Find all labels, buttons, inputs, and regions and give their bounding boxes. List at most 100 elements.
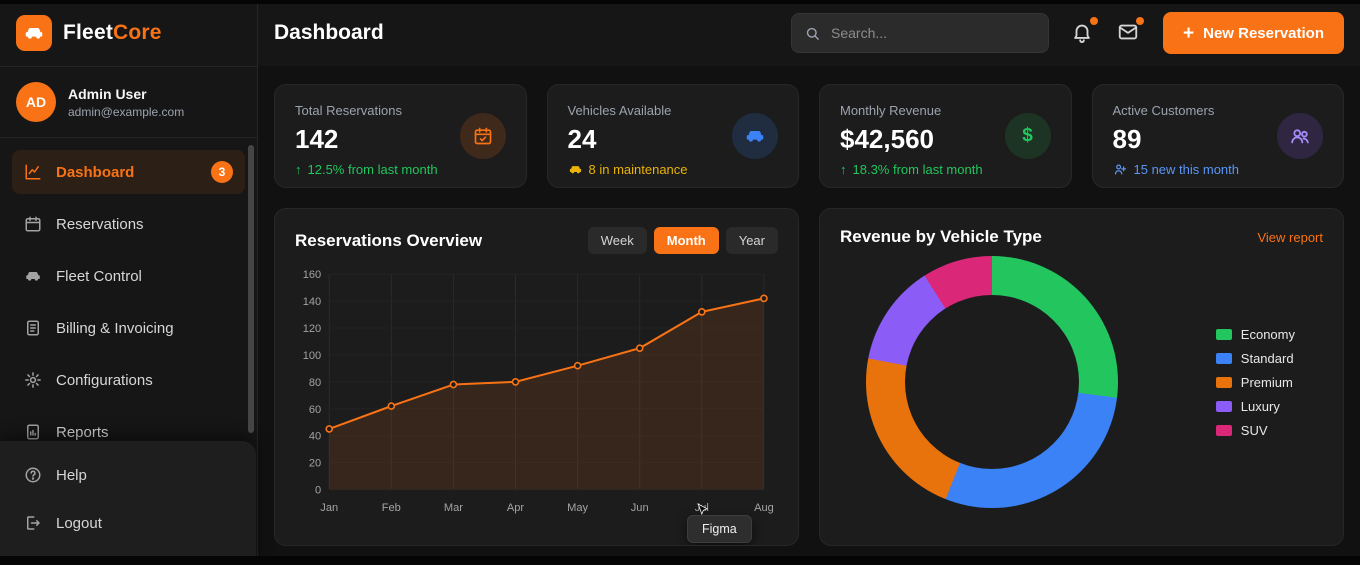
messages-envelope-button[interactable] bbox=[1117, 21, 1141, 45]
y-tick-label: 100 bbox=[303, 350, 321, 362]
y-tick-label: 160 bbox=[303, 269, 321, 281]
charts-row: Reservations Overview Week Month Year Ja… bbox=[274, 208, 1344, 546]
question-circle-icon bbox=[24, 466, 42, 484]
top-header: Dashboard + New Reservation bbox=[258, 0, 1360, 66]
y-tick-label: 60 bbox=[309, 404, 321, 416]
sidebar-footer: Help Logout bbox=[0, 441, 256, 565]
new-reservation-button[interactable]: + New Reservation bbox=[1163, 12, 1344, 54]
file-chart-icon bbox=[24, 423, 42, 441]
stat-card-monthly-revenue: Monthly Revenue $42,560 ↑ 18.3% from las… bbox=[819, 84, 1072, 188]
sidebar-item-label: Help bbox=[56, 467, 87, 484]
legend-item: Premium bbox=[1216, 375, 1295, 390]
legend-label: Luxury bbox=[1241, 399, 1280, 414]
avatar: AD bbox=[16, 82, 56, 122]
arrow-up-icon: ↑ bbox=[295, 162, 302, 177]
search-input[interactable] bbox=[831, 25, 1036, 41]
donut-legend: Economy Standard Premium Luxury SUV bbox=[1216, 318, 1295, 447]
mouse-cursor-icon bbox=[696, 503, 710, 520]
x-tick-label: Jun bbox=[631, 502, 649, 514]
stat-sub: 8 in maintenance bbox=[568, 162, 688, 177]
stat-label: Total Reservations bbox=[295, 103, 438, 118]
sidebar-item-logout[interactable]: Logout bbox=[12, 501, 244, 545]
y-tick-label: 40 bbox=[309, 431, 321, 443]
user-profile[interactable]: AD Admin User admin@example.com bbox=[0, 67, 257, 138]
x-tick-label: Apr bbox=[507, 502, 525, 514]
tab-year[interactable]: Year bbox=[726, 227, 778, 254]
tab-week[interactable]: Week bbox=[588, 227, 647, 254]
file-invoice-icon bbox=[24, 319, 42, 337]
stat-label: Active Customers bbox=[1113, 103, 1240, 118]
brand-logo: FleetCore bbox=[0, 0, 257, 67]
data-point bbox=[575, 363, 581, 369]
dashboard-content: Total Reservations 142 ↑ 12.5% from last… bbox=[258, 66, 1360, 565]
sidebar-item-fleet-control[interactable]: Fleet Control bbox=[12, 254, 245, 298]
arrow-up-icon: ↑ bbox=[840, 162, 847, 177]
cursor-tooltip: Figma bbox=[687, 515, 752, 543]
main-area: Dashboard + New Reservation bbox=[258, 0, 1360, 565]
stat-sub: ↑ 12.5% from last month bbox=[295, 162, 438, 177]
stat-card-active-customers: Active Customers 89 15 new this month bbox=[1092, 84, 1345, 188]
chart-title: Reservations Overview bbox=[295, 231, 482, 251]
calendar-icon bbox=[24, 215, 42, 233]
stat-value: 89 bbox=[1113, 124, 1240, 155]
stat-sub: ↑ 18.3% from last month bbox=[840, 162, 983, 177]
gear-icon bbox=[24, 371, 42, 389]
x-tick-label: Feb bbox=[382, 502, 401, 514]
stat-value: $42,560 bbox=[840, 124, 983, 155]
sidebar-item-billing[interactable]: Billing & Invoicing bbox=[12, 306, 245, 350]
legend-swatch bbox=[1216, 401, 1232, 412]
stat-value: 142 bbox=[295, 124, 438, 155]
app-root: FleetCore AD Admin User admin@example.co… bbox=[0, 0, 1360, 565]
sidebar-item-dashboard[interactable]: Dashboard 3 bbox=[12, 150, 245, 194]
dollar-sign-icon: $ bbox=[1005, 113, 1051, 159]
notification-dot bbox=[1136, 17, 1144, 25]
legend-item: Economy bbox=[1216, 327, 1295, 342]
stat-label: Monthly Revenue bbox=[840, 103, 983, 118]
legend-swatch bbox=[1216, 353, 1232, 364]
x-tick-label: Mar bbox=[444, 502, 463, 514]
notification-badge: 3 bbox=[211, 161, 233, 183]
notification-dot bbox=[1090, 17, 1098, 25]
donut-hole bbox=[905, 295, 1079, 469]
logout-icon bbox=[24, 514, 42, 532]
sidebar-item-label: Billing & Invoicing bbox=[56, 320, 174, 337]
sidebar-item-configurations[interactable]: Configurations bbox=[12, 358, 245, 402]
user-plus-icon bbox=[1113, 162, 1128, 177]
sidebar-item-label: Reservations bbox=[56, 216, 144, 233]
notifications-bell-button[interactable] bbox=[1071, 21, 1095, 45]
y-tick-label: 0 bbox=[315, 485, 321, 497]
search-box[interactable] bbox=[791, 13, 1049, 53]
data-point bbox=[450, 381, 456, 387]
sidebar-item-label: Fleet Control bbox=[56, 268, 142, 285]
tab-month[interactable]: Month bbox=[654, 227, 719, 254]
legend-swatch bbox=[1216, 425, 1232, 436]
sidebar-item-help[interactable]: Help bbox=[12, 453, 244, 497]
car-logo-icon bbox=[16, 15, 52, 51]
car-small-icon bbox=[568, 162, 583, 177]
legend-swatch bbox=[1216, 377, 1232, 388]
data-point bbox=[512, 379, 518, 385]
reservations-overview-card: Reservations Overview Week Month Year Ja… bbox=[274, 208, 799, 546]
x-tick-label: Jan bbox=[320, 502, 338, 514]
cursor-tooltip-label: Figma bbox=[702, 522, 737, 536]
window-edge-bottom bbox=[0, 556, 1360, 565]
range-tabs: Week Month Year bbox=[588, 227, 778, 254]
sidebar: FleetCore AD Admin User admin@example.co… bbox=[0, 0, 258, 565]
user-email: admin@example.com bbox=[68, 105, 184, 119]
sidebar-item-reservations[interactable]: Reservations bbox=[12, 202, 245, 246]
search-icon bbox=[804, 25, 821, 42]
stat-card-vehicles-available: Vehicles Available 24 8 in maintenance bbox=[547, 84, 800, 188]
sidebar-scrollbar[interactable] bbox=[248, 145, 254, 433]
view-report-link[interactable]: View report bbox=[1257, 230, 1323, 245]
page-title: Dashboard bbox=[274, 21, 384, 45]
legend-item: Standard bbox=[1216, 351, 1295, 366]
sidebar-item-label: Reports bbox=[56, 424, 109, 441]
car-icon bbox=[732, 113, 778, 159]
legend-label: SUV bbox=[1241, 423, 1268, 438]
y-tick-label: 120 bbox=[303, 323, 321, 335]
y-tick-label: 140 bbox=[303, 296, 321, 308]
sidebar-item-label: Dashboard bbox=[56, 164, 134, 181]
calendar-check-icon bbox=[460, 113, 506, 159]
revenue-by-vehicle-type-card: Revenue by Vehicle Type View report Econ… bbox=[819, 208, 1344, 546]
reservations-line-chart: JanFebMarAprMayJunJulAug0204060801001201… bbox=[295, 264, 778, 520]
